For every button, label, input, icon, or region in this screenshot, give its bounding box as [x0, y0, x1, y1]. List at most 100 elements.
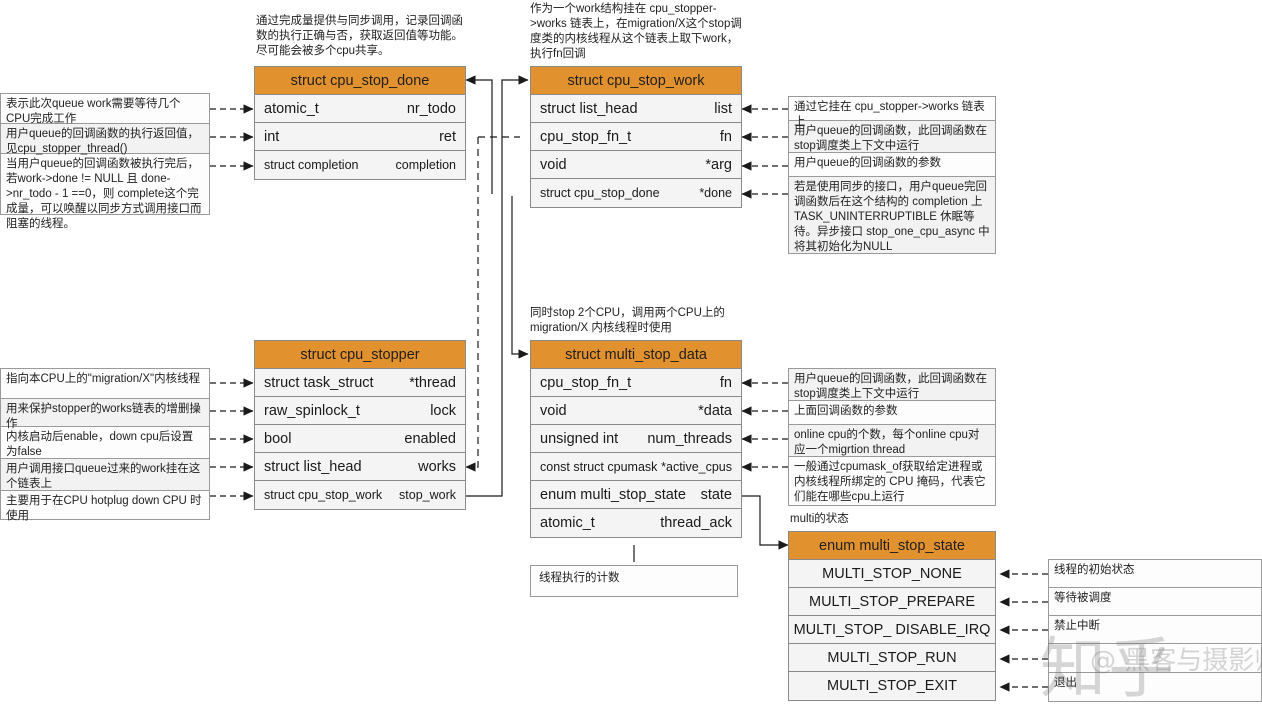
annotation-multi-state: multi的状态	[790, 513, 849, 525]
struct-field-row[interactable]: unsigned int num_threads	[531, 425, 741, 453]
field-name: enabled	[404, 430, 456, 447]
struct-field-row[interactable]: enum multi_stop_state state	[531, 481, 741, 509]
enum-value-row[interactable]: MULTI_STOP_EXIT	[789, 672, 995, 700]
notes-multi-stop-data: 用户queue的回调函数，此回调函数在stop调度类上下文中运行 上面回调函数的…	[788, 368, 996, 506]
field-type: cpu_stop_fn_t	[540, 128, 632, 145]
enum-value: MULTI_STOP_EXIT	[827, 678, 957, 694]
note-item: 指向本CPU上的"migration/X"内核线程	[1, 369, 209, 399]
struct-cpu-stop-work[interactable]: struct cpu_stop_work struct list_head li…	[530, 66, 742, 208]
note-item: 内核启动后enable，down cpu后设置为false	[1, 427, 209, 459]
struct-multi-stop-data[interactable]: struct multi_stop_data cpu_stop_fn_t fn …	[530, 340, 742, 538]
notes-cpu-stopper: 指向本CPU上的"migration/X"内核线程 用来保护stopper的wo…	[0, 368, 210, 522]
note-item: 用户queue的回调函数的参数	[789, 153, 995, 177]
field-type: struct list_head	[264, 458, 362, 475]
note-thread-ack: 线程执行的计数	[530, 565, 738, 597]
note-item: 表示此次queue work需要等待几个CPU完成工作	[1, 94, 209, 125]
note-item: 一般通过cpumask_of获取给定进程或内核线程所绑定的 CPU 掩码，代表它…	[789, 457, 995, 505]
field-type: cpu_stop_fn_t	[540, 374, 632, 391]
field-name: state	[700, 486, 732, 503]
notes-multi-stop-state: 线程的初始状态 等待被调度 禁止中断 退出	[1048, 559, 1262, 702]
field-name: *data	[698, 402, 732, 419]
field-type: struct cpu_stop_done	[540, 186, 660, 200]
struct-field-row[interactable]: void *arg	[531, 151, 741, 179]
field-name: stop_work	[399, 488, 456, 502]
field-name: lock	[430, 402, 456, 419]
field-type: const struct cpumask	[540, 459, 658, 474]
note-item: 退出	[1049, 673, 1261, 701]
annotation-cpu-stop-work: 作为一个work结构挂在 cpu_stopper- >works 链表上，在mi…	[530, 3, 742, 60]
struct-title: struct cpu_stopper	[255, 341, 465, 369]
note-item: 用户queue的回调函数的执行返回值，见cpu_stopper_thread()	[1, 124, 209, 155]
note-item: 禁止中断	[1049, 616, 1261, 644]
enum-value: MULTI_STOP_RUN	[827, 649, 957, 666]
enum-value: MULTI_STOP_PREPARE	[809, 593, 975, 610]
note-item: 用户queue的回调函数，此回调函数在stop调度类上下文中运行	[789, 121, 995, 153]
note-item: 等待被调度	[1049, 588, 1261, 616]
struct-field-row[interactable]: struct list_head list	[531, 95, 741, 123]
struct-field-row[interactable]: raw_spinlock_t lock	[255, 397, 465, 425]
notes-cpu-stop-work: 通过它挂在 cpu_stopper->works 链表上 用户queue的回调函…	[788, 96, 996, 254]
struct-title: struct multi_stop_data	[531, 341, 741, 369]
field-name: fn	[719, 128, 732, 145]
field-type: struct cpu_stop_work	[264, 488, 383, 502]
struct-field-row[interactable]: struct cpu_stop_work stop_work	[255, 481, 465, 509]
struct-field-row[interactable]: int ret	[255, 123, 465, 151]
field-type: unsigned int	[540, 430, 619, 447]
field-type: enum multi_stop_state	[540, 486, 686, 503]
struct-field-row[interactable]: struct task_struct *thread	[255, 369, 465, 397]
enum-multi-stop-state[interactable]: enum multi_stop_state MULTI_STOP_NONE MU…	[788, 531, 996, 701]
struct-cpu-stopper[interactable]: struct cpu_stopper struct task_struct *t…	[254, 340, 466, 510]
field-name: *thread	[409, 374, 456, 391]
struct-field-row[interactable]: const struct cpumask *active_cpus	[531, 453, 741, 481]
struct-field-row[interactable]: struct list_head works	[255, 453, 465, 481]
field-name: *arg	[705, 156, 732, 173]
struct-title: struct cpu_stop_work	[531, 67, 741, 95]
field-name: fn	[719, 374, 732, 391]
field-name: *active_cpus	[661, 459, 732, 474]
struct-field-row[interactable]: atomic_t nr_todo	[255, 95, 465, 123]
note-item: 若是使用同步的接口，用户queue完回调函数后在这个结构的 completion…	[789, 177, 995, 253]
note-item	[1049, 644, 1261, 673]
field-type: bool	[264, 430, 292, 447]
note-item: 主要用于在CPU hotplug down CPU 时使用	[1, 491, 209, 522]
note-item: 当用户queue的回调函数被执行完后，若work->done != NULL 且…	[1, 154, 209, 230]
note-item: 用户调用接口queue过来的work挂在这个链表上	[1, 459, 209, 491]
enum-value: MULTI_STOP_ DISABLE_IRQ	[793, 621, 991, 638]
struct-field-row[interactable]: cpu_stop_fn_t fn	[531, 123, 741, 151]
note-item: online cpu的个数，每个online cpu对应一个migrtion t…	[789, 425, 995, 457]
field-type: void	[540, 402, 567, 419]
note-item: 线程的初始状态	[1049, 560, 1261, 588]
field-type: atomic_t	[540, 515, 595, 531]
note-item: 用来保护stopper的works链表的增删操作	[1, 399, 209, 430]
field-type: struct completion	[264, 158, 359, 172]
field-type: struct list_head	[540, 100, 638, 117]
struct-field-row[interactable]: cpu_stop_fn_t fn	[531, 369, 741, 397]
field-name: nr_todo	[406, 100, 456, 117]
struct-field-row[interactable]: bool enabled	[255, 425, 465, 453]
note-item: 用户queue的回调函数，此回调函数在stop调度类上下文中运行	[789, 369, 995, 401]
diagram-canvas: 通过完成量提供与同步调用，记录回调函 数的执行正确与否，获取返回值等功能。 尽可…	[0, 0, 1262, 705]
enum-value-row[interactable]: MULTI_STOP_RUN	[789, 644, 995, 672]
enum-title: enum multi_stop_state	[789, 532, 995, 560]
field-type: void	[540, 156, 567, 173]
enum-value-row[interactable]: MULTI_STOP_NONE	[789, 560, 995, 588]
field-type: raw_spinlock_t	[264, 402, 360, 419]
struct-title: struct cpu_stop_done	[255, 67, 465, 95]
annotation-multi-stop-data: 同时stop 2个CPU，调用两个CPU上的 migration/X 内核线程时…	[530, 307, 725, 334]
enum-value-row[interactable]: MULTI_STOP_PREPARE	[789, 588, 995, 616]
field-type: int	[264, 128, 280, 145]
struct-field-row[interactable]: struct completion completion	[255, 151, 465, 179]
field-name: list	[714, 100, 732, 117]
field-name: thread_ack	[660, 515, 732, 531]
note-item: 上面回调函数的参数	[789, 401, 995, 425]
field-name: num_threads	[647, 430, 732, 447]
enum-value: MULTI_STOP_NONE	[822, 565, 962, 582]
field-name: works	[418, 458, 456, 475]
field-name: *done	[699, 186, 732, 200]
struct-field-row[interactable]: struct cpu_stop_done *done	[531, 179, 741, 207]
struct-field-row[interactable]: void *data	[531, 397, 741, 425]
field-type: struct task_struct	[264, 374, 374, 391]
struct-cpu-stop-done[interactable]: struct cpu_stop_done atomic_t nr_todo in…	[254, 66, 466, 180]
struct-field-row[interactable]: atomic_t thread_ack	[531, 509, 741, 537]
enum-value-row[interactable]: MULTI_STOP_ DISABLE_IRQ	[789, 616, 995, 644]
